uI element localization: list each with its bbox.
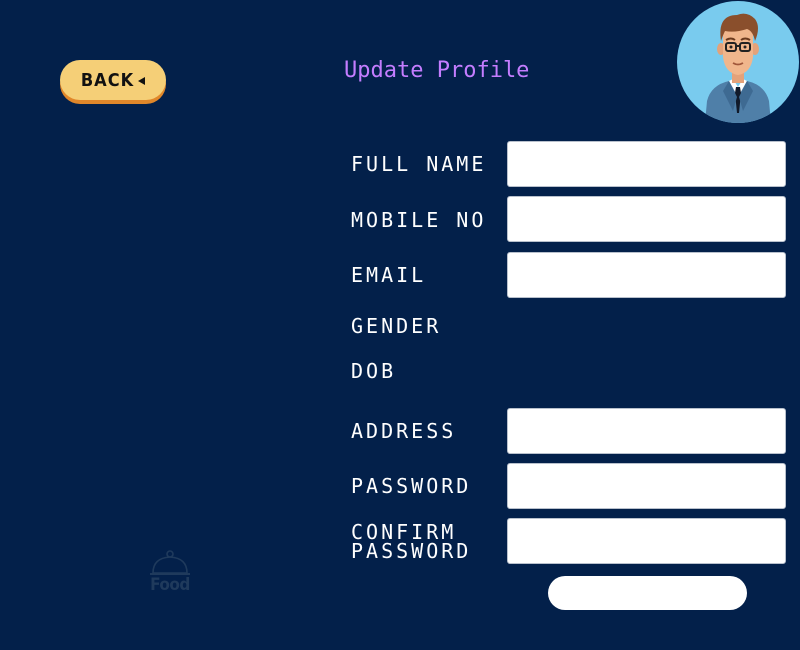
food-logo-text: Food <box>150 575 190 595</box>
mobile-label: MOBILE NO <box>351 208 487 232</box>
back-button-label: BACK <box>80 69 135 91</box>
gender-label: GENDER <box>351 314 442 338</box>
person-avatar-icon <box>705 13 771 123</box>
email-label: EMAIL <box>351 263 427 287</box>
back-arrow-icon <box>138 76 146 85</box>
update-submit-button[interactable] <box>548 576 747 610</box>
mobile-field[interactable] <box>507 196 786 242</box>
back-button[interactable]: BACK <box>60 60 166 100</box>
password-label: PASSWORD <box>351 474 472 498</box>
user-avatar[interactable] <box>677 1 799 123</box>
confirm-password-field[interactable] <box>507 518 786 564</box>
confirm-password-label: CONFIRM PASSWORD <box>351 520 472 563</box>
update-profile-page: BACK Update Profile FULL NAME MOBILE NO … <box>0 0 800 650</box>
page-title: Update Profile <box>344 58 530 83</box>
address-label: ADDRESS <box>351 419 457 443</box>
full-name-field[interactable] <box>507 141 786 187</box>
password-field[interactable] <box>507 463 786 509</box>
email-field[interactable] <box>507 252 786 298</box>
food-logo: Food <box>148 549 192 597</box>
full-name-label: FULL NAME <box>351 152 487 176</box>
dob-label: DOB <box>351 359 397 383</box>
address-field[interactable] <box>507 408 786 454</box>
